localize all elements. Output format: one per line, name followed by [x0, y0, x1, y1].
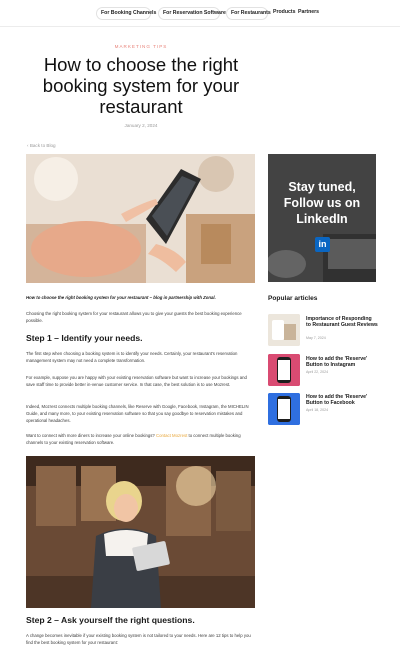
article-date: January 2, 2024: [124, 123, 158, 128]
reviews-thumb-illustration: [268, 314, 300, 346]
post-title-reviews[interactable]: Importance of Responding to Restaurant G…: [306, 316, 378, 328]
top-navigation: For Booking Channels For Reservation Sof…: [0, 0, 400, 27]
hero-illustration: [26, 154, 255, 283]
facebook-thumb-illustration: [268, 393, 300, 425]
popular-articles-heading: Popular articles: [268, 295, 318, 302]
nav-link-products[interactable]: Products: [273, 9, 295, 15]
hero-image: [26, 154, 255, 283]
nav-pill-booking-channels[interactable]: For Booking Channels: [96, 7, 156, 20]
intro-paragraph: Choosing the right booking system for yo…: [26, 311, 242, 323]
nav-pill-reservation-software[interactable]: For Reservation Software: [158, 7, 226, 20]
contact-mozrest-link[interactable]: Contact Mozrest: [156, 433, 187, 438]
article-title: How to choose the right booking system f…: [42, 54, 240, 117]
post-thumb-instagram[interactable]: [268, 354, 300, 386]
post-date-reviews: May 7, 2024: [306, 336, 326, 340]
back-to-blog-label: Back to Blog: [29, 143, 56, 148]
step1-heading: Step 1 – Identify your needs.: [26, 333, 143, 343]
article-photo-restaurant-staff: [26, 456, 255, 608]
back-to-blog-link[interactable]: ‹ Back to Blog: [27, 143, 56, 148]
nav-link-partners[interactable]: Partners: [298, 9, 319, 15]
nav-pill-restaurants[interactable]: For Restaurants: [226, 7, 271, 20]
step2-paragraph: A change becomes inevitable if your exis…: [26, 633, 251, 645]
step1-paragraph-3: Indeed, Mozrest connects multiple bookin…: [26, 404, 249, 423]
instagram-thumb-illustration: [268, 354, 300, 386]
step1-paragraph-2: For example, suppose you are happy with …: [26, 375, 247, 387]
post-thumb-facebook[interactable]: [268, 393, 300, 425]
step2-heading: Step 2 – Ask yourself the right question…: [26, 615, 195, 625]
linkedin-ad-banner[interactable]: Stay tuned, Follow us on LinkedIn: [268, 154, 376, 282]
step1-paragraph-1: The first step when choosing a booking s…: [26, 351, 238, 363]
image-caption: How to choose the right booking system f…: [26, 295, 216, 300]
post-title-instagram[interactable]: How to add the 'Reserve' Button to Insta…: [306, 356, 378, 368]
linkedin-icon[interactable]: in: [315, 237, 330, 252]
post-title-facebook[interactable]: How to add the 'Reserve' Button to Faceb…: [306, 394, 378, 406]
staff-illustration: [26, 456, 255, 608]
cta-text-before: Want to connect with more diners to incr…: [26, 433, 157, 438]
article-category[interactable]: MARKETING TIPS: [0, 44, 282, 49]
step1-paragraph-4: Want to connect with more diners to incr…: [26, 432, 255, 446]
post-thumb-reviews[interactable]: [268, 314, 300, 346]
post-date-instagram: April 22, 2024: [306, 370, 329, 374]
post-date-facebook: April 18, 2024: [306, 408, 329, 412]
ad-headline: Stay tuned, Follow us on LinkedIn: [283, 180, 361, 226]
